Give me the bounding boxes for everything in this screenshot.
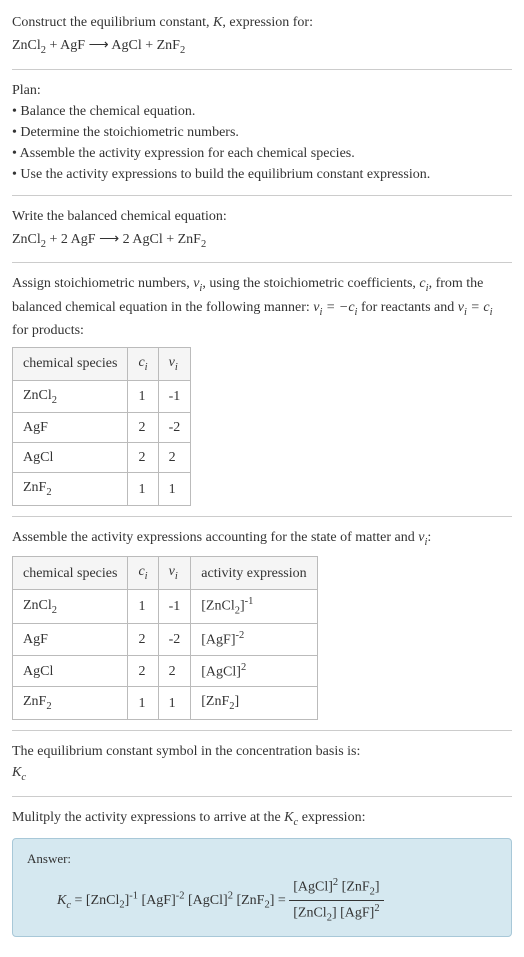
table-row: ZnCl21-1 <box>13 380 191 413</box>
cell: [ZnCl2]-1 <box>191 589 317 623</box>
cell: AgF <box>13 624 128 656</box>
intro-text-b: , expression for: <box>222 15 313 30</box>
divider <box>12 195 512 196</box>
divider <box>12 69 512 70</box>
cell: ZnF2 <box>13 473 128 506</box>
plan-item: • Balance the chemical equation. <box>12 101 512 122</box>
table-row: AgCl22 <box>13 443 191 473</box>
plan-item: • Determine the stoichiometric numbers. <box>12 122 512 143</box>
cell: ZnCl2 <box>13 589 128 623</box>
intro-line: Construct the equilibrium constant, K, e… <box>12 12 512 33</box>
divider <box>12 730 512 731</box>
table-header-row: chemical species ci νi activity expressi… <box>13 557 318 590</box>
table-row: AgF2-2[AgF]-2 <box>13 624 318 656</box>
fraction: [AgCl]2 [ZnF2] [ZnCl2] [AgF]2 <box>289 875 383 926</box>
cell: 1 <box>128 380 158 413</box>
balanced-title: Write the balanced chemical equation: <box>12 206 512 227</box>
k-symbol: K <box>213 15 222 30</box>
intro-section: Construct the equilibrium constant, K, e… <box>12 12 512 59</box>
answer-box: Answer: Kc = [ZnCl2]-1 [AgF]-2 [AgCl]2 [… <box>12 838 512 937</box>
kc-symbol: Kc <box>12 762 512 786</box>
table-row: ZnF211 <box>13 473 191 506</box>
balanced-section: Write the balanced chemical equation: Zn… <box>12 206 512 253</box>
rel: νi = ci <box>458 300 493 315</box>
answer-equation: Kc = [ZnCl2]-1 [AgF]-2 [AgCl]2 [ZnF2] = … <box>57 875 497 926</box>
intro-text: Construct the equilibrium constant, <box>12 15 213 30</box>
table-header-row: chemical species ci νi <box>13 348 191 381</box>
plan-title: Plan: <box>12 80 512 101</box>
kc-text: The equilibrium constant symbol in the c… <box>12 741 512 762</box>
col-species: chemical species <box>13 348 128 381</box>
cell: ZnF2 <box>13 687 128 720</box>
t: : <box>427 530 431 545</box>
col-species: chemical species <box>13 557 128 590</box>
table-row: ZnCl21-1[ZnCl2]-1 <box>13 589 318 623</box>
cell: [AgCl]2 <box>191 655 317 687</box>
cell: -2 <box>158 413 191 443</box>
balanced-equation: ZnCl2 + 2 AgF ⟶ 2 AgCl + ZnF2 <box>12 229 512 253</box>
table-row: ZnF211[ZnF2] <box>13 687 318 720</box>
multiply-section: Mulitply the activity expressions to arr… <box>12 807 512 937</box>
t: Mulitply the activity expressions to arr… <box>12 810 284 825</box>
table-row: AgF2-2 <box>13 413 191 443</box>
kc: Kc <box>284 810 298 825</box>
col-ci: ci <box>128 348 158 381</box>
cell: ZnCl2 <box>13 380 128 413</box>
cell: 2 <box>128 413 158 443</box>
col-activity: activity expression <box>191 557 317 590</box>
col-vi: νi <box>158 348 191 381</box>
c-i: ci <box>419 276 428 291</box>
cell: 2 <box>158 655 191 687</box>
table-row: AgCl22[AgCl]2 <box>13 655 318 687</box>
denominator: [ZnCl2] [AgF]2 <box>289 901 383 926</box>
cell: [ZnF2] <box>191 687 317 720</box>
col-vi: νi <box>158 557 191 590</box>
t: for reactants and <box>357 300 457 315</box>
cell: AgF <box>13 413 128 443</box>
cell: 1 <box>128 473 158 506</box>
rel: νi = −ci <box>313 300 357 315</box>
cell: -1 <box>158 589 191 623</box>
cell: 1 <box>158 687 191 720</box>
divider <box>12 796 512 797</box>
plan-section: Plan: • Balance the chemical equation. •… <box>12 80 512 185</box>
plan-item: • Assemble the activity expression for e… <box>12 143 512 164</box>
activity-text: Assemble the activity expressions accoun… <box>12 527 512 551</box>
stoich-section: Assign stoichiometric numbers, νi, using… <box>12 273 512 506</box>
t: expression: <box>298 810 365 825</box>
t: Assemble the activity expressions accoun… <box>12 530 418 545</box>
numerator: [AgCl]2 [ZnF2] <box>289 875 383 901</box>
unbalanced-equation: ZnCl2 + AgF ⟶ AgCl + ZnF2 <box>12 35 512 59</box>
cell: [AgF]-2 <box>191 624 317 656</box>
t: for products: <box>12 323 84 338</box>
t: Assign stoichiometric numbers, <box>12 276 193 291</box>
cell: AgCl <box>13 655 128 687</box>
cell: 2 <box>128 443 158 473</box>
kc-symbol-section: The equilibrium constant symbol in the c… <box>12 741 512 786</box>
answer-label: Answer: <box>27 849 497 869</box>
cell: -2 <box>158 624 191 656</box>
cell: AgCl <box>13 443 128 473</box>
plan-item: • Use the activity expressions to build … <box>12 164 512 185</box>
stoich-table: chemical species ci νi ZnCl21-1 AgF2-2 A… <box>12 347 191 506</box>
stoich-text: Assign stoichiometric numbers, νi, using… <box>12 273 512 341</box>
cell: 1 <box>128 687 158 720</box>
cell: 1 <box>128 589 158 623</box>
col-ci: ci <box>128 557 158 590</box>
cell: 2 <box>128 655 158 687</box>
activity-table: chemical species ci νi activity expressi… <box>12 556 318 720</box>
cell: 1 <box>158 473 191 506</box>
cell: -1 <box>158 380 191 413</box>
t: , using the stoichiometric coefficients, <box>202 276 419 291</box>
multiply-line: Mulitply the activity expressions to arr… <box>12 807 512 831</box>
divider <box>12 516 512 517</box>
nu-i: νi <box>193 276 202 291</box>
activity-section: Assemble the activity expressions accoun… <box>12 527 512 720</box>
divider <box>12 262 512 263</box>
cell: 2 <box>128 624 158 656</box>
cell: 2 <box>158 443 191 473</box>
